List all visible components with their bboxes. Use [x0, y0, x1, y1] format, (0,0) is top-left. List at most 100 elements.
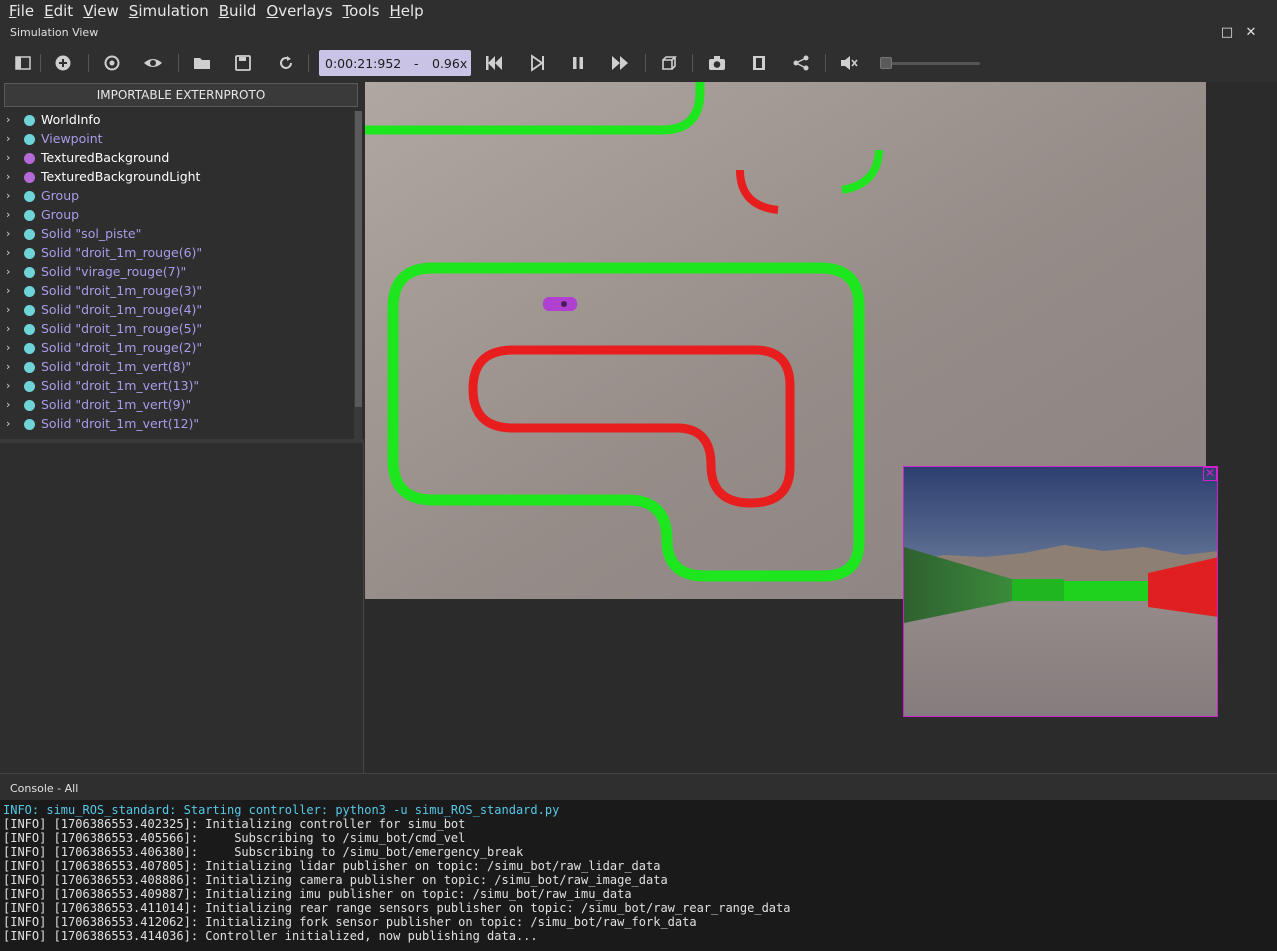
- camera-overlay[interactable]: ✕: [903, 466, 1218, 717]
- chevron-right-icon[interactable]: ›: [6, 113, 10, 126]
- node-type-icon: [24, 324, 35, 335]
- hide-scene-tree-button[interactable]: [10, 50, 36, 76]
- menu-tools[interactable]: Tools: [338, 0, 385, 22]
- console-line: [INFO] [1706386553.408886]: Initializing…: [3, 873, 668, 887]
- console-line: [INFO] [1706386553.407805]: Initializing…: [3, 859, 661, 873]
- simulation-time-display: 0:00:21:952 - 0.96x: [319, 50, 471, 76]
- scene-tree-item[interactable]: › Viewpoint: [0, 130, 354, 149]
- robot[interactable]: [543, 297, 577, 311]
- volume-slider-track[interactable]: [882, 62, 980, 65]
- scene-tree-item[interactable]: › WorldInfo: [0, 111, 354, 130]
- step-button[interactable]: [524, 50, 550, 76]
- open-world-button[interactable]: [189, 50, 215, 76]
- chevron-right-icon[interactable]: ›: [6, 189, 10, 202]
- chevron-right-icon[interactable]: ›: [6, 398, 10, 411]
- scene-tree-item[interactable]: › Group: [0, 206, 354, 225]
- menu-help[interactable]: Help: [385, 0, 429, 22]
- chevron-right-icon[interactable]: ›: [6, 360, 10, 373]
- console-output[interactable]: INFO: simu_ROS_standard: Starting contro…: [0, 800, 1277, 951]
- view-button[interactable]: [140, 50, 166, 76]
- menu-view[interactable]: View: [78, 0, 124, 22]
- menu-file[interactable]: File: [4, 0, 39, 22]
- scene-tree-item-label: Solid "droit_1m_rouge(6)": [41, 245, 203, 260]
- scene-tree-item[interactable]: › Solid "droit_1m_rouge(5)": [0, 320, 354, 339]
- node-type-icon: [24, 153, 35, 164]
- skip-back-icon: [486, 56, 502, 70]
- menu-edit[interactable]: Edit: [39, 0, 78, 22]
- cube-icon: [662, 56, 677, 70]
- scene-tree-item[interactable]: › Solid "droit_1m_rouge(2)": [0, 339, 354, 358]
- save-world-button[interactable]: [230, 50, 256, 76]
- scene-tree-item[interactable]: › TexturedBackground: [0, 149, 354, 168]
- scene-tree-item-label: WorldInfo: [41, 112, 101, 127]
- camera-image: [904, 467, 1217, 716]
- node-type-icon: [24, 419, 35, 430]
- scene-tree-item-label: Solid "sol_piste": [41, 226, 142, 241]
- scene-tree-item[interactable]: › Solid "droit_1m_rouge(3)": [0, 282, 354, 301]
- volume-slider-handle[interactable]: [880, 57, 892, 69]
- scene-tree-item[interactable]: › Solid "virage_rouge(7)": [0, 263, 354, 282]
- mute-button[interactable]: [836, 50, 862, 76]
- pause-button[interactable]: [565, 50, 591, 76]
- reload-icon: [280, 56, 292, 69]
- field-editor-panel: [0, 443, 364, 773]
- 3d-view[interactable]: ✕: [365, 82, 1277, 773]
- scene-tree-item[interactable]: › Solid "droit_1m_vert(9)": [0, 396, 354, 415]
- scene-tree-item[interactable]: › Solid "droit_1m_rouge(6)": [0, 244, 354, 263]
- chevron-right-icon[interactable]: ›: [6, 227, 10, 240]
- scene-tree-item-label: Solid "droit_1m_vert(12)": [41, 416, 200, 431]
- node-type-icon: [24, 210, 35, 221]
- chevron-right-icon[interactable]: ›: [6, 303, 10, 316]
- rendering-mode-button[interactable]: [656, 50, 682, 76]
- chevron-right-icon[interactable]: ›: [6, 322, 10, 335]
- simulation-view-titlebar: Simulation View □ ✕: [0, 22, 1277, 44]
- camera-overlay-close-button[interactable]: ✕: [1203, 467, 1217, 481]
- menu-bar: File Edit View Simulation Build Overlays Tools…: [0, 0, 1277, 22]
- chevron-right-icon[interactable]: ›: [6, 151, 10, 164]
- chevron-right-icon[interactable]: ›: [6, 246, 10, 259]
- scene-tree-item-label: Solid "droit_1m_vert(9)": [41, 397, 192, 412]
- console-line: [INFO] [1706386553.406380]: Subscribing …: [3, 845, 524, 859]
- record-movie-button[interactable]: [746, 50, 772, 76]
- chevron-right-icon[interactable]: ›: [6, 284, 10, 297]
- step-icon: [531, 54, 544, 72]
- menu-simulation[interactable]: Simulation: [124, 0, 214, 22]
- console-line: INFO: simu_ROS_standard: Starting contro…: [3, 803, 560, 817]
- console-line: [INFO] [1706386553.402325]: Initializing…: [3, 817, 466, 831]
- console-line: [INFO] [1706386553.412062]: Initializing…: [3, 915, 697, 929]
- share-icon: [793, 55, 809, 71]
- chevron-right-icon[interactable]: ›: [6, 265, 10, 278]
- node-type-icon: [24, 362, 35, 373]
- scene-tree-item[interactable]: › Solid "droit_1m_vert(8)": [0, 358, 354, 377]
- chevron-right-icon[interactable]: ›: [6, 379, 10, 392]
- chevron-right-icon[interactable]: ›: [6, 341, 10, 354]
- scene-tree-item-label: TexturedBackgroundLight: [41, 169, 201, 184]
- importable-externproto-button[interactable]: IMPORTABLE EXTERNPROTO: [4, 83, 358, 107]
- scene-tree-item[interactable]: › Group: [0, 187, 354, 206]
- chevron-right-icon[interactable]: ›: [6, 208, 10, 221]
- node-type-icon: [24, 305, 35, 316]
- scene-tree-item[interactable]: › Solid "droit_1m_vert(12)": [0, 415, 354, 434]
- menu-overlays[interactable]: Overlays: [261, 0, 337, 22]
- chevron-right-icon[interactable]: ›: [6, 417, 10, 430]
- fast-forward-button[interactable]: [607, 50, 633, 76]
- simulation-speed: 0.96x: [432, 55, 468, 71]
- node-type-icon: [24, 267, 35, 278]
- scene-tree-item[interactable]: › Solid "droit_1m_rouge(4)": [0, 301, 354, 320]
- reload-world-button[interactable]: [273, 50, 299, 76]
- scene-tree-item[interactable]: › Solid "sol_piste": [0, 225, 354, 244]
- menu-build[interactable]: Build: [214, 0, 262, 22]
- add-node-button[interactable]: [50, 50, 76, 76]
- maximize-button[interactable]: □: [1219, 24, 1235, 42]
- fast-forward-icon: [612, 56, 628, 70]
- reset-simulation-button[interactable]: [99, 50, 125, 76]
- screenshot-button[interactable]: [704, 50, 730, 76]
- scene-tree-item[interactable]: › Solid "droit_1m_vert(13)": [0, 377, 354, 396]
- share-button[interactable]: [788, 50, 814, 76]
- step-back-button[interactable]: [481, 50, 507, 76]
- close-panel-button[interactable]: ✕: [1243, 24, 1259, 42]
- scene-tree-scrollbar-thumb[interactable]: [355, 111, 362, 407]
- chevron-right-icon[interactable]: ›: [6, 132, 10, 145]
- scene-tree-item[interactable]: › TexturedBackgroundLight: [0, 168, 354, 187]
- chevron-right-icon[interactable]: ›: [6, 170, 10, 183]
